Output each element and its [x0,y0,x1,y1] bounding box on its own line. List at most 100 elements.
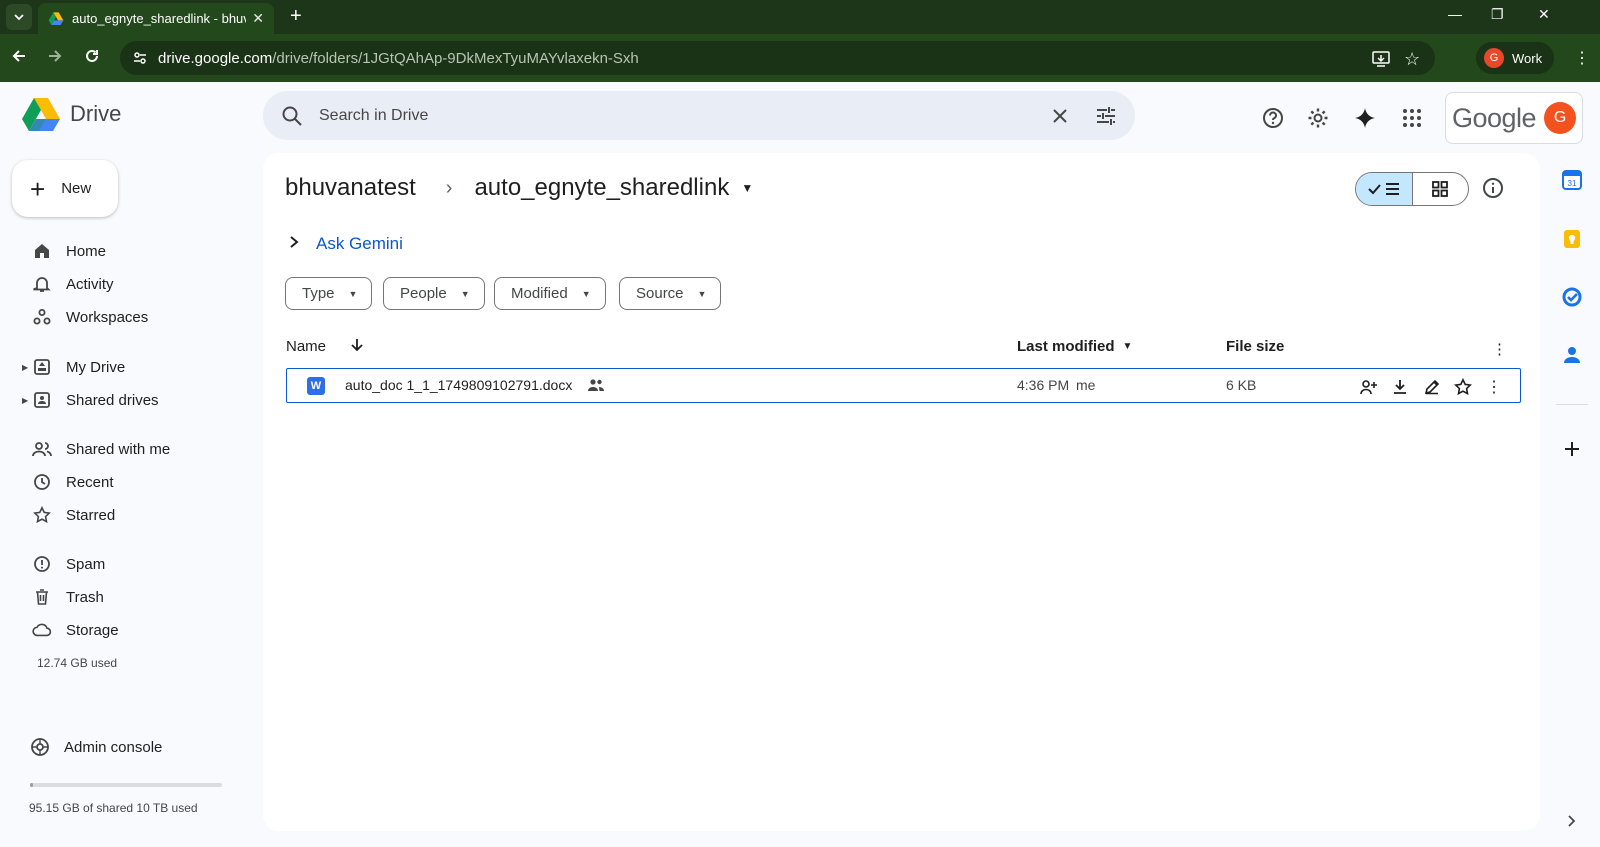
site-info-icon[interactable] [132,50,148,66]
shared-drives-icon [32,390,52,410]
sidebar-item-label: Shared drives [66,391,159,409]
search-icon[interactable] [281,105,303,127]
app-name: Drive [70,101,122,126]
address-bar[interactable]: drive.google.com/drive/folders/1JGtQAhAp… [120,41,1435,75]
bell-icon [32,274,52,294]
sidebar-item-label: Workspaces [66,308,149,326]
drive-logo[interactable]: Drive [22,97,121,131]
sort-caret-icon: ▼ [1122,341,1133,352]
breadcrumb-current[interactable]: auto_egnyte_sharedlink [474,174,729,202]
workspaces-icon [32,307,52,327]
tab-close-icon[interactable]: ✕ [252,10,264,27]
contacts-app-icon[interactable] [1561,344,1583,366]
url-host: drive.google.com [158,49,273,67]
back-icon[interactable] [10,47,28,70]
dropdown-arrow-icon: ▼ [697,288,707,299]
filter-label: Modified [511,285,568,302]
tab-search-button[interactable] [6,4,32,30]
gemini-sparkle-icon[interactable] [1353,106,1377,130]
chevron-right-icon [288,235,300,254]
storage-quota-text: 95.15 GB of shared 10 TB used [29,801,198,815]
sidebar-item-shared-drives[interactable]: ▶ Shared drives [0,384,250,416]
restore-icon[interactable]: ❐ [1491,6,1504,23]
drive-logo-icon [22,98,60,131]
expand-caret-icon[interactable]: ▶ [22,396,28,405]
search-bar[interactable] [263,91,1135,140]
sidebar-item-starred[interactable]: Starred [0,499,250,531]
folder-menu-caret-icon[interactable]: ▼ [741,181,753,195]
cloud-icon [32,620,52,640]
admin-console-label: Admin console [64,738,163,756]
column-header-file-size[interactable]: File size [1226,338,1284,355]
filter-source-chip[interactable]: Source ▼ [619,277,722,310]
new-button[interactable]: + New [12,160,118,217]
sidebar-item-label: Shared with me [66,440,171,458]
forward-icon[interactable] [46,47,64,70]
sidebar-item-recent[interactable]: Recent [0,466,250,498]
sidebar-item-shared-with-me[interactable]: Shared with me [0,433,250,465]
shared-people-icon [587,378,605,395]
sidebar-item-home[interactable]: Home [0,235,250,267]
profile-label: Work [1512,50,1543,66]
admin-console-link[interactable]: Admin console [30,737,162,757]
sidebar-item-activity[interactable]: Activity [0,268,250,300]
search-options-icon[interactable] [1095,106,1117,126]
help-icon[interactable] [1261,106,1285,130]
calendar-app-icon[interactable]: 31 [1561,169,1583,191]
expand-caret-icon[interactable]: ▶ [22,363,28,372]
browser-menu-icon[interactable]: ⋮ [1574,48,1590,68]
column-header-name[interactable]: Name [286,338,326,355]
spam-icon [32,554,52,574]
rename-pencil-icon[interactable] [1422,377,1442,397]
breadcrumb: bhuvanatest › auto_egnyte_sharedlink ▼ [285,174,753,202]
get-add-ons-plus-icon[interactable] [1561,438,1583,460]
sidebar-item-workspaces[interactable]: Workspaces [0,301,250,333]
new-tab-button[interactable]: + [290,5,302,28]
sidebar-item-spam[interactable]: Spam [0,548,250,580]
table-row[interactable]: W auto_doc 1_1_1749809102791.docx 4:36 P… [286,368,1521,403]
account-avatar[interactable]: G [1544,102,1577,134]
account-switcher[interactable]: Google G [1445,92,1583,144]
reload-icon[interactable] [83,47,101,70]
filter-type-chip[interactable]: Type ▼ [285,277,373,310]
hide-side-panel-chevron-icon[interactable] [1567,814,1577,830]
apps-grid-icon[interactable] [1400,106,1424,130]
column-options-kebab-icon[interactable]: ⋮ [1492,340,1507,358]
window-close-icon[interactable]: ✕ [1538,6,1550,23]
column-header-label: Last modified [1017,338,1115,355]
details-info-icon[interactable] [1482,177,1504,204]
sidebar-item-trash[interactable]: Trash [0,581,250,613]
file-modified-by: me [1076,377,1096,393]
minimize-icon[interactable]: — [1448,6,1462,22]
sidebar-item-label: Storage [66,621,119,639]
search-input[interactable] [319,106,1051,125]
install-app-icon[interactable] [1372,51,1390,72]
file-name: auto_doc 1_1_1749809102791.docx [345,377,573,393]
add-star-icon[interactable] [1453,377,1473,397]
sort-direction-arrow-icon[interactable] [349,337,365,357]
share-add-person-icon[interactable] [1359,377,1379,397]
clear-search-icon[interactable] [1051,107,1069,125]
profile-avatar: G [1484,48,1504,68]
tasks-app-icon[interactable] [1561,286,1583,308]
bookmark-star-icon[interactable]: ☆ [1404,49,1420,70]
dropdown-arrow-icon: ▼ [581,288,591,299]
filter-people-chip[interactable]: People ▼ [383,277,485,310]
download-icon[interactable] [1390,377,1410,397]
clock-icon [32,472,52,492]
sidebar-item-storage[interactable]: Storage [0,614,250,646]
new-button-label: New [61,180,92,197]
breadcrumb-parent[interactable]: bhuvanatest [285,174,416,202]
ask-gemini-toggle[interactable]: Ask Gemini [288,234,403,254]
profile-button[interactable]: G Work [1476,42,1555,74]
more-actions-kebab-icon[interactable]: ⋮ [1484,377,1504,397]
filter-modified-chip[interactable]: Modified ▼ [494,277,606,310]
home-icon [32,241,52,261]
column-header-last-modified[interactable]: Last modified ▼ [1017,338,1132,355]
list-view-button[interactable] [1356,173,1413,205]
keep-app-icon[interactable] [1561,228,1583,250]
settings-gear-icon[interactable] [1306,106,1330,130]
grid-view-button[interactable] [1413,173,1469,205]
sidebar-item-my-drive[interactable]: ▶ My Drive [0,351,250,383]
browser-tab-active[interactable]: auto_egnyte_sharedlink - bhuva ✕ [38,3,274,34]
